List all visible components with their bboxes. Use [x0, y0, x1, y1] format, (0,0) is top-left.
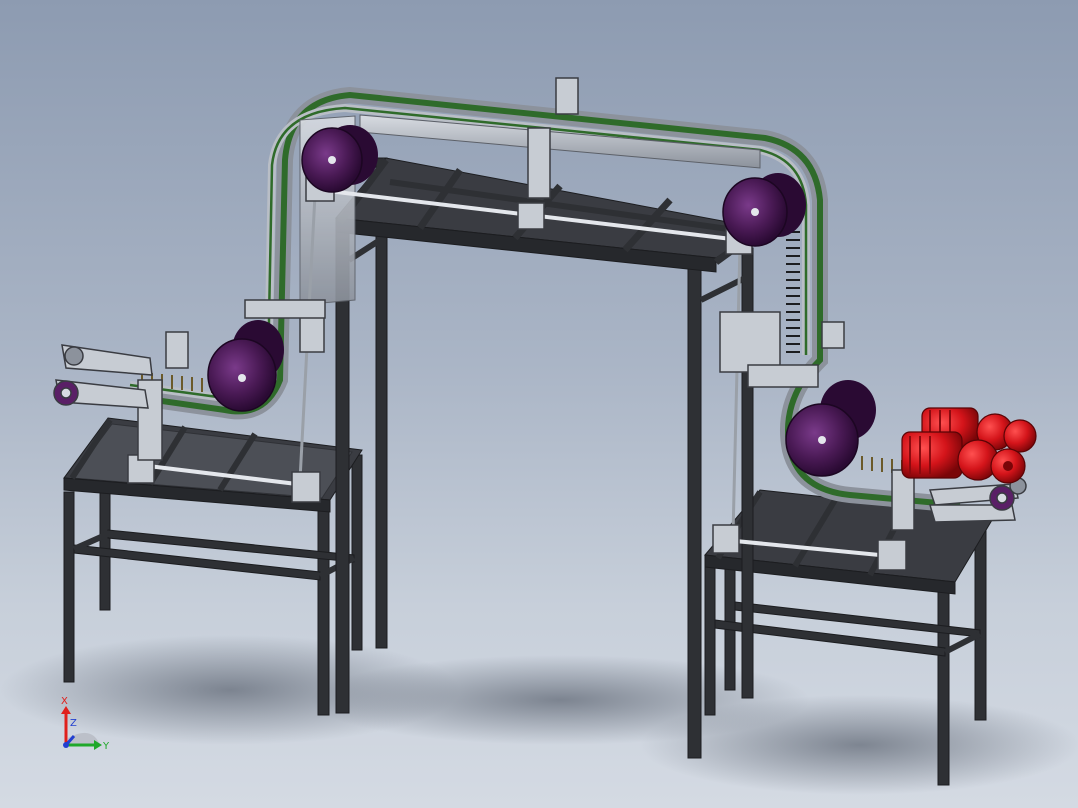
cad-viewport[interactable]: X Y Z [0, 0, 1078, 808]
drum-top-right-icon [722, 173, 806, 247]
coil-spring-right [786, 231, 800, 353]
left-swing-arms [53, 344, 153, 409]
floor-shadow [0, 635, 1078, 795]
right-swing-arms [928, 477, 1027, 523]
axis-x-label: X [61, 696, 68, 707]
cad-model-scene[interactable]: X Y Z [0, 0, 1078, 808]
axis-y-label: Y [102, 741, 110, 752]
axis-z-label: Z [70, 718, 77, 729]
